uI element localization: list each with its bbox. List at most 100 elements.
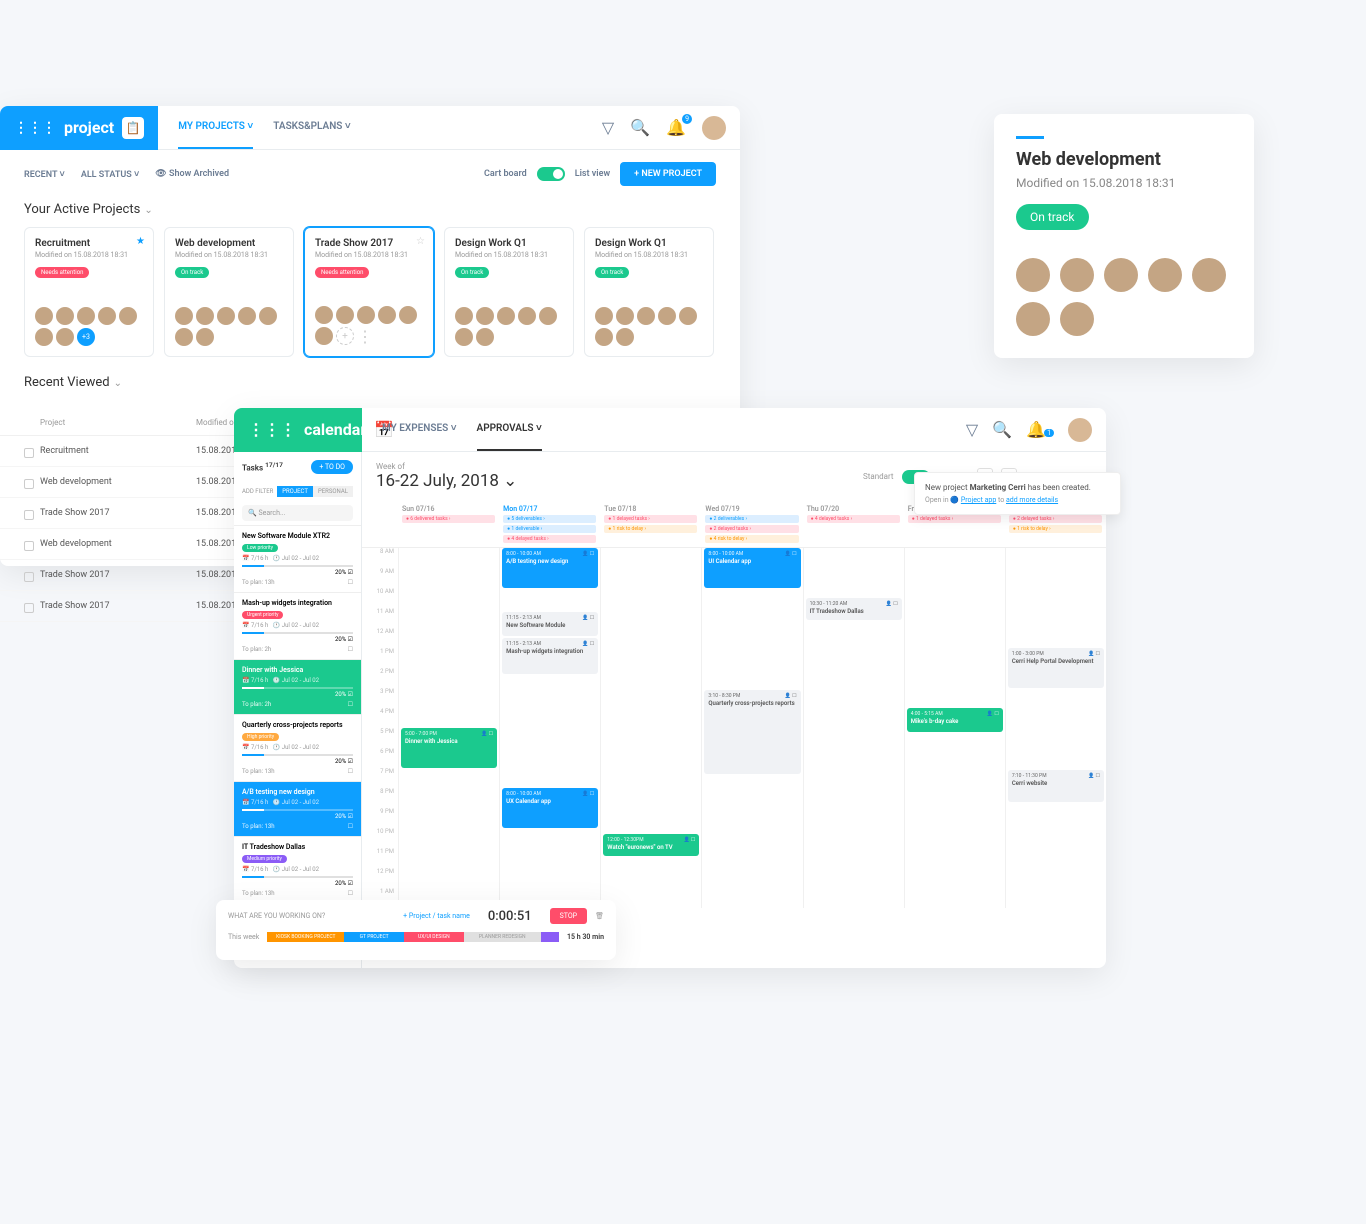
- timer-segment[interactable]: [541, 932, 559, 942]
- search-input[interactable]: 🔍 Search...: [242, 505, 353, 521]
- tab-tasks-plans[interactable]: TASKS&PLANS ˅: [273, 106, 350, 149]
- day-column[interactable]: 5:00 - 7:00 PM 👤 ☐Dinner with Jessica: [398, 548, 499, 908]
- day-column[interactable]: 8:00 - 10:00 AM 👤 ☐A/B testing new desig…: [499, 548, 600, 908]
- timer-segment[interactable]: UX/UI DESIGN: [404, 932, 464, 942]
- avatar[interactable]: [56, 307, 74, 325]
- avatar[interactable]: [679, 307, 697, 325]
- project-card[interactable]: Design Work Q1Modified on 15.08.2018 18:…: [584, 227, 714, 357]
- avatar[interactable]: [1060, 302, 1094, 336]
- bell-icon[interactable]: 🔔: [1026, 420, 1054, 439]
- bell-icon[interactable]: 🔔: [666, 118, 686, 137]
- grid-columns[interactable]: 5:00 - 7:00 PM 👤 ☐Dinner with Jessica8:0…: [398, 548, 1106, 908]
- task-card[interactable]: A/B testing new design📅 7/16 h 🕐 Jul 02 …: [234, 781, 361, 836]
- calendar-event[interactable]: 8:00 - 10:00 AM 👤 ☐A/B testing new desig…: [502, 548, 598, 588]
- user-avatar[interactable]: [702, 116, 726, 140]
- calendar-event[interactable]: 4:00 - 5:15 AM 👤 ☐Mike's b-day cake: [907, 708, 1003, 732]
- calendar-event[interactable]: 7:10 - 11:30 PM 👤 ☐Cerri website: [1008, 770, 1104, 802]
- avatar[interactable]: [476, 307, 494, 325]
- view-toggle[interactable]: [537, 167, 565, 181]
- status-chip[interactable]: ● 1 deliverable ›: [503, 525, 596, 533]
- search-icon[interactable]: 🔍: [992, 420, 1012, 439]
- avatar[interactable]: [497, 307, 515, 325]
- project-card[interactable]: ★RecruitmentModified on 15.08.2018 18:31…: [24, 227, 154, 357]
- tab-approvals[interactable]: APPROVALS ˅: [477, 408, 542, 451]
- star-icon[interactable]: ★: [136, 236, 145, 247]
- avatar[interactable]: [378, 306, 396, 324]
- add-member[interactable]: +: [336, 327, 354, 345]
- calendar-event[interactable]: 5:00 - 7:00 PM 👤 ☐Dinner with Jessica: [401, 728, 497, 768]
- avatar[interactable]: [77, 307, 95, 325]
- avatar[interactable]: [315, 306, 333, 324]
- filter-icon[interactable]: ▽: [966, 420, 978, 439]
- avatar[interactable]: [455, 328, 473, 346]
- new-project-button[interactable]: NEW PROJECT: [620, 162, 716, 186]
- project-brand[interactable]: ⋮⋮⋮ project 📋: [0, 106, 158, 150]
- task-card[interactable]: Mash-up widgets integrationUrgent priori…: [234, 592, 361, 659]
- calendar-event[interactable]: 8:00 - 10:00 AM 👤 ☐UX Calendar app: [502, 788, 598, 828]
- add-filter[interactable]: ADD FILTER: [242, 488, 273, 495]
- avatar[interactable]: [616, 328, 634, 346]
- status-chip[interactable]: ● 1 delayed tasks ›: [908, 515, 1001, 523]
- day-column-header[interactable]: Mon 07/17● 5 deliverables ›● 1 deliverab…: [499, 501, 600, 547]
- avatar[interactable]: [259, 307, 277, 325]
- avatar[interactable]: [336, 306, 354, 324]
- filter-status[interactable]: ALL STATUS ˅: [81, 169, 139, 180]
- calendar-brand[interactable]: ⋮⋮⋮ calendar 📅: [234, 408, 362, 452]
- todo-button[interactable]: + TO DO: [311, 460, 353, 474]
- status-chip[interactable]: ● 1 risk to delay ›: [604, 525, 697, 533]
- avatar[interactable]: [217, 307, 235, 325]
- task-card[interactable]: IT Tradeshow DallasMedium priority📅 7/16…: [234, 836, 361, 903]
- project-card[interactable]: Design Work Q1Modified on 15.08.2018 18:…: [444, 227, 574, 357]
- avatar[interactable]: [196, 328, 214, 346]
- day-column[interactable]: 10:30 - 11:20 AM 👤 ☐IT Tradeshow Dallas: [803, 548, 904, 908]
- day-column-header[interactable]: Sun 07/16● 6 delivered tasks ›: [398, 501, 499, 547]
- avatar[interactable]: [1148, 258, 1182, 292]
- calendar-event[interactable]: 11:15 - 2:13 AM 👤 ☐Mash-up widgets integ…: [502, 638, 598, 674]
- avatar[interactable]: [595, 307, 613, 325]
- day-column-header[interactable]: Thu 07/20● 4 delayed tasks ›: [803, 501, 904, 547]
- avatar[interactable]: [595, 328, 613, 346]
- day-column[interactable]: 12:00 - 12:30PM 👤 ☐Watch "euronews" on T…: [600, 548, 701, 908]
- day-column[interactable]: 8:00 - 10:00 AM 👤 ☐UI Calendar app3:10 -…: [701, 548, 802, 908]
- avatar[interactable]: [518, 307, 536, 325]
- day-column-header[interactable]: Tue 07/18● 1 delayed tasks ›● 1 risk to …: [600, 501, 701, 547]
- avatar[interactable]: [539, 307, 557, 325]
- avatar[interactable]: [357, 306, 375, 324]
- task-card[interactable]: New Software Module XTR2Low priority📅 7/…: [234, 525, 361, 592]
- avatar[interactable]: [119, 307, 137, 325]
- avatar[interactable]: [1192, 258, 1226, 292]
- avatar[interactable]: [98, 307, 116, 325]
- calendar-event[interactable]: 12:00 - 12:30PM 👤 ☐Watch "euronews" on T…: [603, 834, 699, 856]
- avatar[interactable]: [238, 307, 256, 325]
- stop-button[interactable]: STOP: [550, 908, 587, 924]
- week-title[interactable]: 16-22 July, 2018 ⌄: [376, 471, 517, 491]
- project-card[interactable]: Web developmentModified on 15.08.2018 18…: [164, 227, 294, 357]
- timer-segment[interactable]: PLANNER REDESIGN: [464, 932, 541, 942]
- avatar[interactable]: [616, 307, 634, 325]
- task-card[interactable]: Dinner with Jessica📅 7/16 h 🕐 Jul 02 - J…: [234, 659, 361, 714]
- tab-my-projects[interactable]: MY PROJECTS ˅: [178, 106, 253, 149]
- avatar[interactable]: [1060, 258, 1094, 292]
- calendar-event[interactable]: 10:30 - 11:20 AM 👤 ☐IT Tradeshow Dallas: [806, 598, 902, 620]
- apps-icon[interactable]: ⋮⋮⋮: [248, 420, 296, 439]
- avatar[interactable]: [56, 328, 74, 346]
- calendar-event[interactable]: 11:15 - 2:13 AM 👤 ☐New Software Module: [502, 612, 598, 636]
- avatar[interactable]: [315, 327, 333, 345]
- status-chip[interactable]: ● 4 risk to delay ›: [705, 535, 798, 543]
- avatar[interactable]: [1016, 302, 1050, 336]
- show-archived[interactable]: 👁 Show Archived: [155, 169, 229, 179]
- notification-toast[interactable]: New project Marketing Cerri has been cre…: [914, 472, 1121, 515]
- task-card[interactable]: Quarterly cross-projects reportsHigh pri…: [234, 714, 361, 781]
- avatar[interactable]: [476, 328, 494, 346]
- day-column[interactable]: 1:00 - 3:00 PM 👤 ☐Cerri Help Portal Deve…: [1005, 548, 1106, 908]
- tab-expenses[interactable]: MY EXPENSES ˅: [382, 408, 457, 451]
- avatar[interactable]: [399, 306, 417, 324]
- timer-segment[interactable]: KIOSK BOOKING PROJECT: [267, 932, 344, 942]
- avatar[interactable]: [35, 307, 53, 325]
- status-chip[interactable]: ● 1 delayed tasks ›: [604, 515, 697, 523]
- avatar[interactable]: [175, 328, 193, 346]
- avatar[interactable]: [196, 307, 214, 325]
- user-avatar[interactable]: [1068, 418, 1092, 442]
- day-column[interactable]: 4:00 - 5:15 AM 👤 ☐Mike's b-day cake: [904, 548, 1005, 908]
- filter-recent[interactable]: RECENT ˅: [24, 169, 65, 180]
